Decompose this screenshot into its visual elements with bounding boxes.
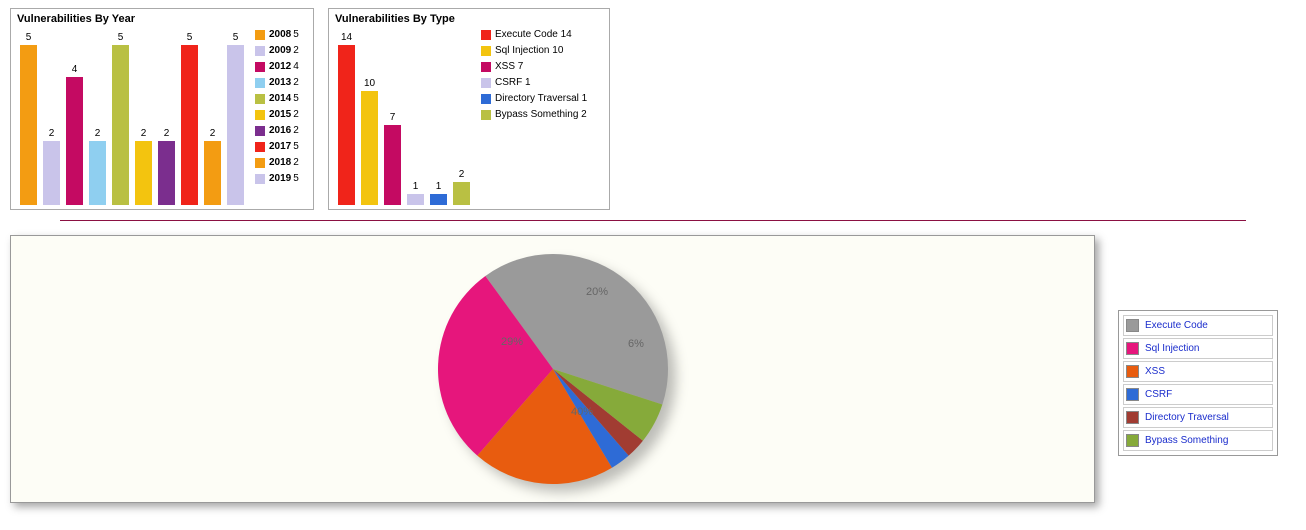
legend-item: Directory Traversal 1 [481, 91, 587, 107]
legend-item: CSRF 1 [481, 75, 587, 91]
vuln-by-year-chart: Vulnerabilities By Year 5242522525 2008 … [10, 8, 314, 210]
bar: 5 [227, 32, 244, 205]
bar: 1 [430, 181, 447, 205]
pie-legend-item[interactable]: Directory Traversal [1123, 407, 1273, 428]
bar: 7 [384, 112, 401, 205]
bar: 1 [407, 181, 424, 205]
legend-item: 2009 2 [255, 43, 299, 59]
legend-item: 2014 5 [255, 91, 299, 107]
pie-legend-item[interactable]: Execute Code [1123, 315, 1273, 336]
legend-item: 2013 2 [255, 75, 299, 91]
legend-item: 2008 5 [255, 27, 299, 43]
pie-panel: 40% 29% 20% 6% Execute CodeSql InjectionXSS… [10, 235, 1296, 503]
bar: 2 [204, 128, 221, 205]
pie-legend: Execute CodeSql InjectionXSSCSRFDirector… [1118, 310, 1278, 456]
legend-item: 2015 2 [255, 107, 299, 123]
legend-item: 2017 5 [255, 139, 299, 155]
bar: 2 [89, 128, 106, 205]
legend-item: 2018 2 [255, 155, 299, 171]
bar: 10 [361, 78, 378, 205]
pie-label-sql: 29% [501, 336, 523, 348]
chart-title: Vulnerabilities By Year [17, 13, 307, 25]
bar: 14 [338, 32, 355, 205]
bar: 5 [20, 32, 37, 205]
pie-label-execute: 40% [571, 406, 593, 418]
legend-item: Execute Code 14 [481, 27, 587, 43]
pie-legend-item[interactable]: CSRF [1123, 384, 1273, 405]
bar: 5 [112, 32, 129, 205]
bar: 2 [158, 128, 175, 205]
pie-chart [438, 254, 668, 484]
bar: 2 [43, 128, 60, 205]
legend-item: 2012 4 [255, 59, 299, 75]
bar: 2 [453, 169, 470, 205]
legend-item: Sql Injection 10 [481, 43, 587, 59]
chart-legend: Execute Code 14Sql Injection 10XSS 7CSRF… [481, 27, 587, 123]
legend-item: 2019 5 [255, 171, 299, 187]
chart-title: Vulnerabilities By Type [335, 13, 603, 25]
legend-item: 2016 2 [255, 123, 299, 139]
pie-label-xss: 20% [586, 286, 608, 298]
pie-legend-item[interactable]: Bypass Something [1123, 430, 1273, 451]
legend-item: XSS 7 [481, 59, 587, 75]
bar: 4 [66, 64, 83, 205]
pie-label-bypass: 6% [628, 338, 644, 350]
pie-legend-item[interactable]: Sql Injection [1123, 338, 1273, 359]
pie-chart-box: 40% 29% 20% 6% [10, 235, 1095, 503]
bar: 5 [181, 32, 198, 205]
divider [60, 220, 1246, 221]
chart-legend: 2008 52009 22012 42013 22014 52015 22016… [255, 27, 299, 187]
pie-legend-item[interactable]: XSS [1123, 361, 1273, 382]
legend-item: Bypass Something 2 [481, 107, 587, 123]
vuln-by-type-chart: Vulnerabilities By Type 14107112 Execute… [328, 8, 610, 210]
bar: 2 [135, 128, 152, 205]
bar-area: 14107112 [335, 27, 473, 205]
bar-area: 5242522525 [17, 27, 247, 205]
